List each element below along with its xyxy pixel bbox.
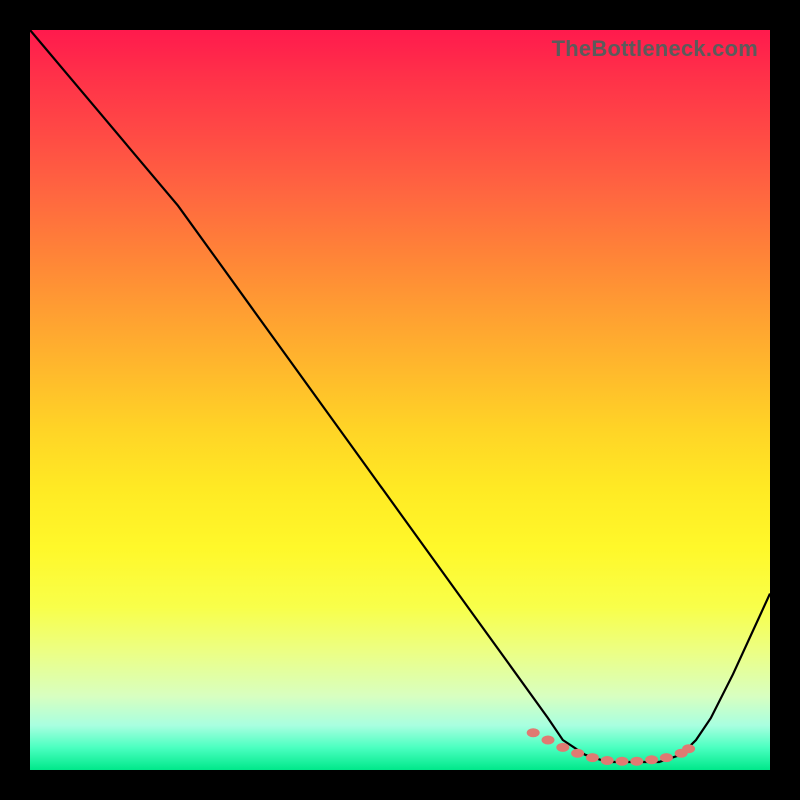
- chart-frame: TheBottleneck.com: [0, 0, 800, 800]
- curve-marker: [631, 757, 643, 765]
- marker-group: [527, 729, 694, 766]
- curve-marker: [542, 736, 554, 744]
- plot-area: TheBottleneck.com: [30, 30, 770, 770]
- curve-marker: [572, 749, 584, 757]
- curve-marker: [683, 745, 695, 753]
- curve-marker: [601, 757, 613, 765]
- curve-marker: [646, 756, 658, 764]
- curve-marker: [660, 754, 672, 762]
- curve-marker: [586, 754, 598, 762]
- bottleneck-curve: [30, 30, 770, 762]
- curve-layer: [30, 30, 770, 770]
- curve-marker: [616, 757, 628, 765]
- curve-marker: [527, 729, 539, 737]
- curve-marker: [557, 743, 569, 751]
